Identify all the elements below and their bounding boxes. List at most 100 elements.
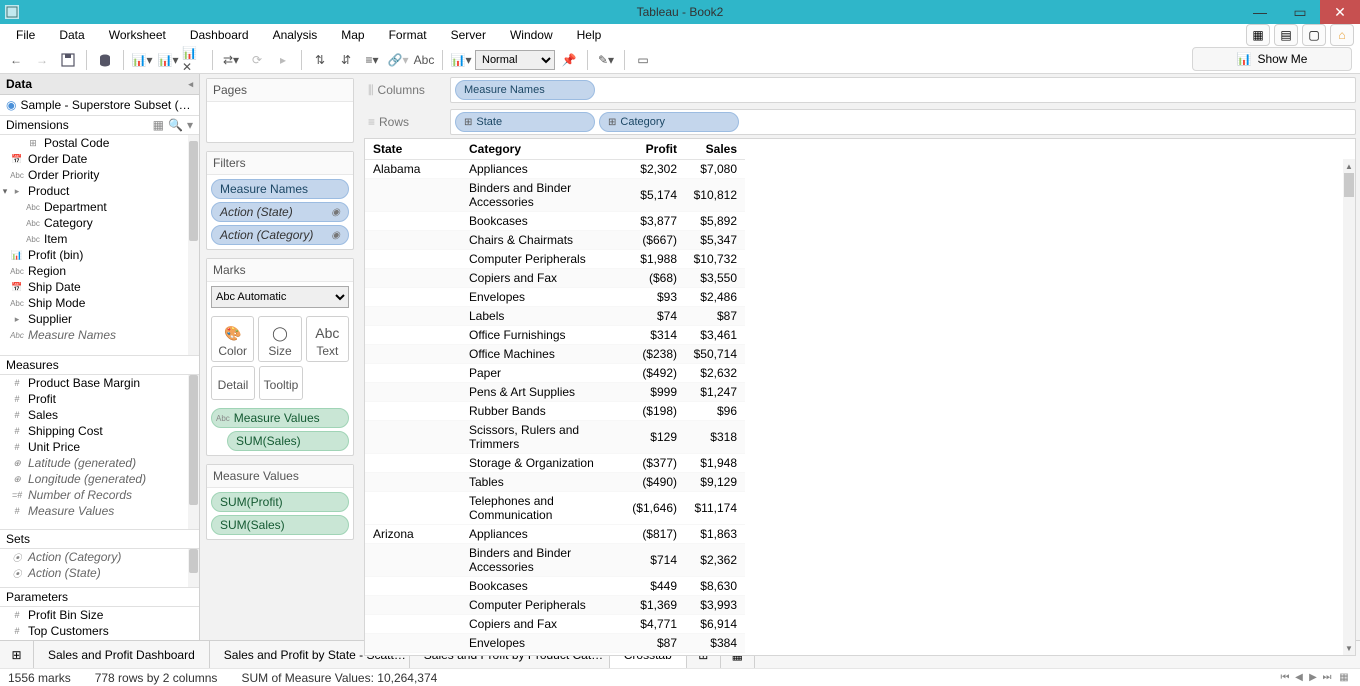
pill-sum-profit-[interactable]: SUM(Profit): [211, 492, 349, 512]
menu-dashboard[interactable]: Dashboard: [178, 26, 261, 44]
col-header-state[interactable]: State: [365, 139, 461, 160]
pages-shelf[interactable]: Pages: [206, 78, 354, 143]
sort-asc-button[interactable]: ⇅: [308, 48, 332, 72]
pill-sum-sales-[interactable]: SUM(Sales): [227, 431, 349, 451]
table-row[interactable]: Paper($492)$2,632: [365, 364, 745, 383]
table-row[interactable]: Labels$74$87: [365, 307, 745, 326]
forward-button[interactable]: →: [30, 48, 54, 72]
field-action-category-[interactable]: ⦿Action (Category): [0, 549, 199, 565]
menu-window[interactable]: Window: [498, 26, 565, 44]
label-button[interactable]: Abc: [412, 48, 436, 72]
group-button[interactable]: ≡▾: [360, 48, 384, 72]
minimize-button[interactable]: —: [1240, 0, 1280, 24]
measure-values-shelf[interactable]: Measure Values SUM(Profit)SUM(Sales): [206, 464, 354, 540]
menu-file[interactable]: File: [4, 26, 47, 44]
fit-icon[interactable]: 📊▾: [449, 48, 473, 72]
table-row[interactable]: Storage & Organization($377)$1,948: [365, 454, 745, 473]
field-longitude-generated-[interactable]: ⊕Longitude (generated): [0, 471, 199, 487]
field-shipping-cost[interactable]: #Shipping Cost: [0, 423, 199, 439]
new-worksheet-button[interactable]: 📊▾: [130, 48, 154, 72]
field-profit-bin-[interactable]: 📊Profit (bin): [0, 247, 199, 263]
mark-card-tooltip[interactable]: Tooltip: [259, 366, 303, 400]
back-button[interactable]: ←: [4, 48, 28, 72]
menu-analysis[interactable]: Analysis: [261, 26, 330, 44]
table-row[interactable]: Binders and Binder Accessories$5,174$10,…: [365, 179, 745, 212]
field-measure-names[interactable]: AbcMeasure Names: [0, 327, 199, 343]
swap-button[interactable]: ⇄▾: [219, 48, 243, 72]
sets-scrollbar[interactable]: [188, 549, 199, 587]
mark-type-select[interactable]: Abc Automatic: [211, 286, 349, 308]
sort-desc-button[interactable]: ⇵: [334, 48, 358, 72]
pill-category[interactable]: Category: [599, 112, 739, 132]
tab-sales-and-profit-dashboard[interactable]: Sales and Profit Dashboard: [34, 641, 210, 668]
dimensions-scrollbar[interactable]: [188, 135, 199, 355]
table-row[interactable]: Computer Peripherals$1,988$10,732: [365, 250, 745, 269]
menu-data[interactable]: Data: [47, 26, 96, 44]
menu-help[interactable]: Help: [565, 26, 614, 44]
col-header-profit[interactable]: Profit: [624, 139, 685, 160]
table-row[interactable]: Bookcases$3,877$5,892: [365, 212, 745, 231]
tabs-leading-icon[interactable]: ⊞: [0, 641, 34, 668]
viz-canvas[interactable]: StateCategoryProfitSalesAlabamaAppliance…: [364, 138, 1356, 656]
table-row[interactable]: Scissors, Rulers and Trimmers$129$318: [365, 421, 745, 454]
field-order-date[interactable]: 📅Order Date: [0, 151, 199, 167]
table-row[interactable]: Envelopes$93$2,486: [365, 288, 745, 307]
sheet-nav[interactable]: ⏮◀▶⏭▦: [1278, 672, 1354, 683]
field-number-of-records[interactable]: =#Number of Records: [0, 487, 199, 503]
menu-icon[interactable]: ▾: [187, 118, 193, 132]
field-product[interactable]: ▾▸Product: [0, 183, 199, 199]
table-row[interactable]: Chairs & Chairmats($667)$5,347: [365, 231, 745, 250]
pill-measure-names[interactable]: Measure Names: [455, 80, 595, 100]
rows-shelf[interactable]: StateCategory: [450, 109, 1356, 135]
pill-sum-sales-[interactable]: SUM(Sales): [211, 515, 349, 535]
mark-card-detail[interactable]: Detail: [211, 366, 255, 400]
view-single-button[interactable]: ▢: [1302, 24, 1326, 46]
field-category[interactable]: AbcCategory: [0, 215, 199, 231]
menu-map[interactable]: Map: [329, 26, 376, 44]
table-row[interactable]: Binders and Binder Accessories$714$2,362: [365, 544, 745, 577]
field-unit-price[interactable]: #Unit Price: [0, 439, 199, 455]
connect-data-button[interactable]: [93, 48, 117, 72]
menu-worksheet[interactable]: Worksheet: [97, 26, 178, 44]
field-profit[interactable]: #Profit: [0, 391, 199, 407]
menu-format[interactable]: Format: [377, 26, 439, 44]
view-grid-button[interactable]: ▤: [1274, 24, 1298, 46]
home-button[interactable]: ⌂: [1330, 24, 1354, 46]
field-order-priority[interactable]: AbcOrder Priority: [0, 167, 199, 183]
refresh-button[interactable]: ⟳: [245, 48, 269, 72]
field-supplier[interactable]: ▸Supplier: [0, 311, 199, 327]
mark-card-size[interactable]: ◯Size: [258, 316, 301, 362]
field-sales[interactable]: #Sales: [0, 407, 199, 423]
table-row[interactable]: Envelopes$87$384: [365, 634, 745, 653]
measures-scrollbar[interactable]: [188, 375, 199, 529]
run-button[interactable]: ▸: [271, 48, 295, 72]
field-ship-mode[interactable]: AbcShip Mode: [0, 295, 199, 311]
table-row[interactable]: Bookcases$449$8,630: [365, 577, 745, 596]
table-row[interactable]: Computer Peripherals$1,369$3,993: [365, 596, 745, 615]
table-row[interactable]: Office Machines($238)$50,714: [365, 345, 745, 364]
menu-server[interactable]: Server: [439, 26, 498, 44]
mark-card-text[interactable]: AbcText: [306, 316, 349, 362]
viz-scrollbar[interactable]: ▲▼: [1343, 159, 1355, 655]
field-product-base-margin[interactable]: #Product Base Margin: [0, 375, 199, 391]
table-row[interactable]: Pens & Art Supplies$999$1,247: [365, 383, 745, 402]
presentation-button[interactable]: ▭: [631, 48, 655, 72]
field-postal-code[interactable]: ⊞Postal Code: [0, 135, 199, 151]
field-department[interactable]: AbcDepartment: [0, 199, 199, 215]
table-row[interactable]: Copiers and Fax($68)$3,550: [365, 269, 745, 288]
highlight-button[interactable]: ✎▾: [594, 48, 618, 72]
col-header-sales[interactable]: Sales: [685, 139, 745, 160]
duplicate-sheet-button[interactable]: 📊▾: [156, 48, 180, 72]
pill-action-state-[interactable]: Action (State)◉: [211, 202, 349, 222]
marks-shelf[interactable]: Marks Abc Automatic 🎨Color◯SizeAbcText D…: [206, 258, 354, 456]
maximize-button[interactable]: ▭: [1280, 0, 1320, 24]
pill-measure-names[interactable]: Measure Names: [211, 179, 349, 199]
pill-action-category-[interactable]: Action (Category)◉: [211, 225, 349, 245]
show-me-button[interactable]: 📊 Show Me: [1192, 47, 1352, 71]
clear-sheet-button[interactable]: 📊✕: [182, 48, 206, 72]
pill-measure-values[interactable]: AbcMeasure Values: [211, 408, 349, 428]
field-item[interactable]: AbcItem: [0, 231, 199, 247]
link-button[interactable]: 🔗▾: [386, 48, 410, 72]
field-ship-date[interactable]: 📅Ship Date: [0, 279, 199, 295]
field-latitude-generated-[interactable]: ⊕Latitude (generated): [0, 455, 199, 471]
